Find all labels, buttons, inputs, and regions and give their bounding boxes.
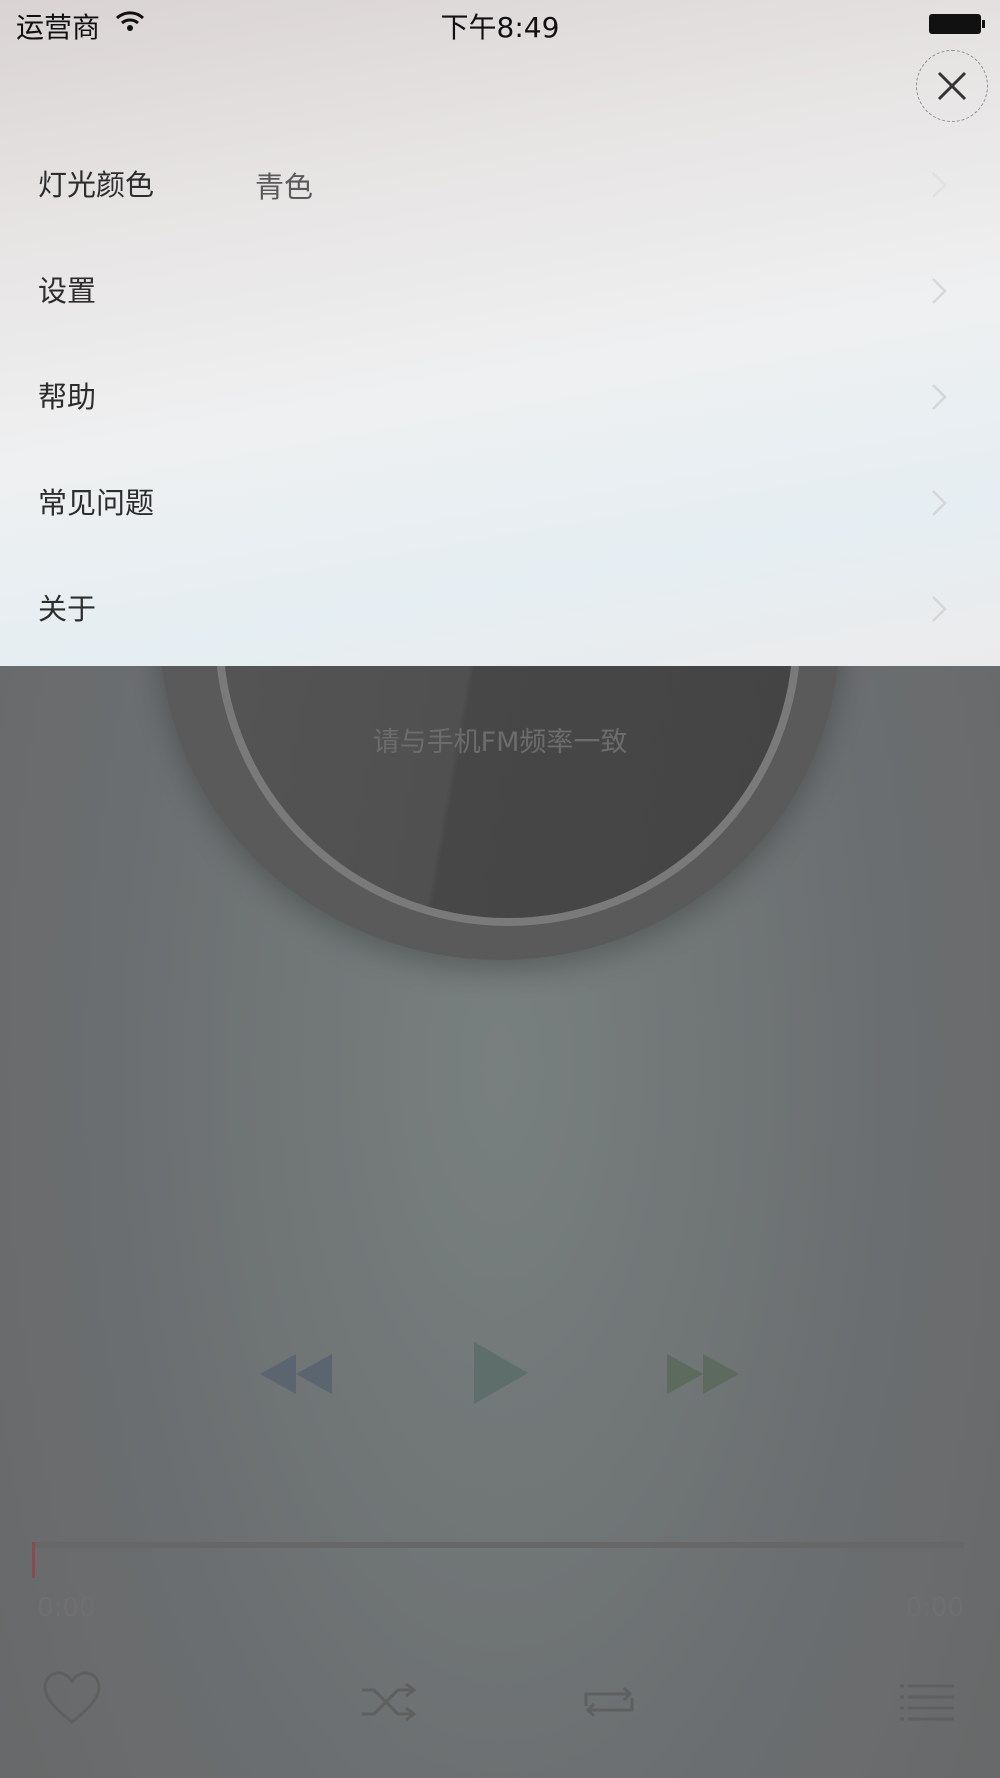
rewind-icon (260, 1354, 332, 1394)
favorite-button[interactable] (42, 1670, 102, 1730)
current-time: 0:00 (37, 1593, 96, 1623)
menu-item-value: 青色 (255, 170, 314, 204)
repeat-button[interactable] (580, 1682, 638, 1726)
settings-menu-panel: 运营商 下午8:49 灯光颜色 青色 设置 帮助 常见问题 关于 (0, 0, 1000, 666)
shuffle-icon (362, 1682, 417, 1722)
shuffle-button[interactable] (360, 1682, 418, 1726)
chevron-right-icon (932, 172, 947, 198)
menu-item-label: 设置 (38, 274, 97, 308)
rewind-button[interactable] (258, 1352, 334, 1396)
bottom-toolbar (0, 1670, 1000, 1740)
menu-item-help[interactable]: 帮助 (0, 342, 1000, 448)
playlist-button[interactable] (898, 1682, 956, 1728)
menu-list: 灯光颜色 青色 设置 帮助 常见问题 关于 (0, 130, 1000, 660)
chevron-right-icon (932, 596, 947, 622)
menu-item-label: 帮助 (38, 380, 97, 414)
menu-item-about[interactable]: 关于 (0, 554, 1000, 660)
fast-forward-icon (667, 1354, 739, 1394)
disc-caption: 请与手机FM频率一致 (372, 727, 628, 758)
playback-controls (0, 1330, 1000, 1420)
close-button[interactable] (916, 50, 988, 122)
progress-bar[interactable] (32, 1542, 964, 1548)
play-button[interactable] (470, 1340, 530, 1406)
menu-item-label: 常见问题 (38, 486, 155, 520)
close-icon (937, 71, 967, 101)
menu-item-faq[interactable]: 常见问题 (0, 448, 1000, 554)
chevron-right-icon (932, 490, 947, 516)
total-time: 0:00 (905, 1593, 964, 1623)
battery-icon (928, 12, 986, 40)
menu-item-light-color[interactable]: 灯光颜色 青色 (0, 130, 1000, 236)
chevron-right-icon (932, 384, 947, 410)
status-bar: 运营商 下午8:49 (0, 0, 1000, 50)
menu-item-settings[interactable]: 设置 (0, 236, 1000, 342)
menu-item-label: 灯光颜色 (38, 168, 155, 202)
fast-forward-button[interactable] (665, 1352, 741, 1396)
repeat-icon (584, 1686, 634, 1718)
status-time: 下午8:49 (440, 11, 560, 44)
play-icon (474, 1342, 528, 1404)
menu-item-label: 关于 (38, 592, 97, 626)
progress-handle[interactable] (32, 1542, 35, 1578)
chevron-right-icon (932, 278, 947, 304)
heart-icon (43, 1671, 101, 1724)
playlist-icon (900, 1684, 954, 1721)
